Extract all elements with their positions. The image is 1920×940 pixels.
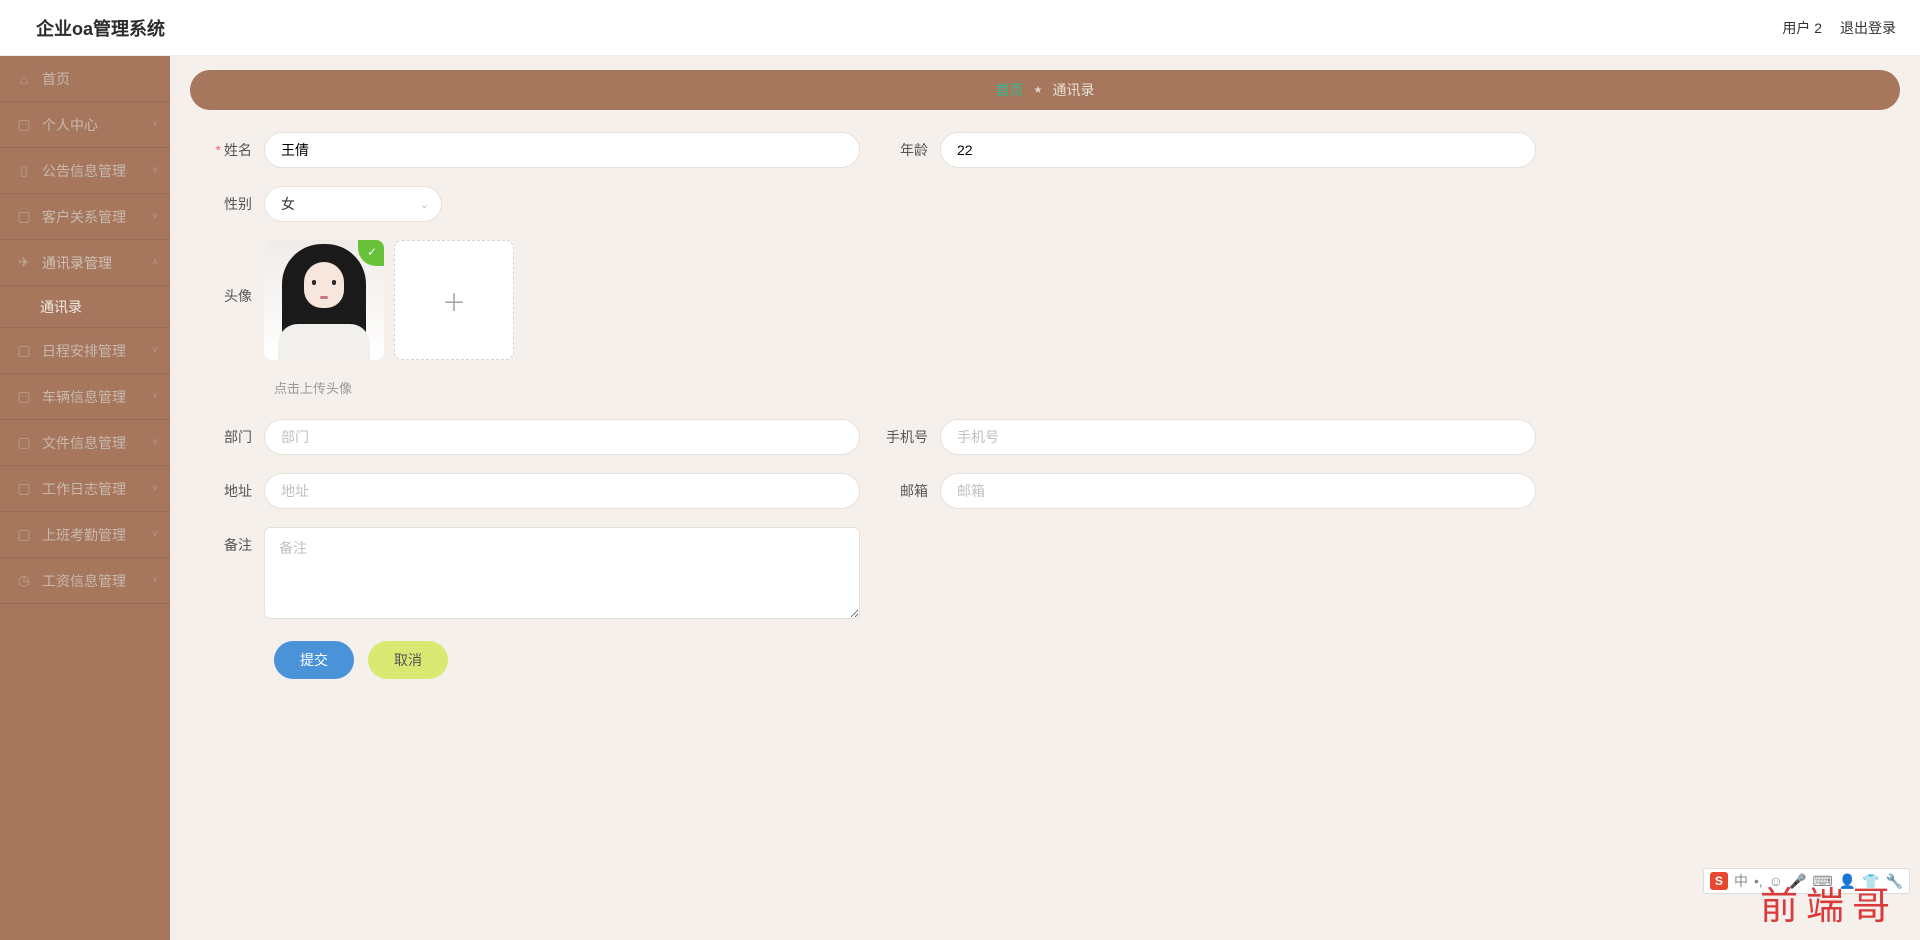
breadcrumb-current: 通讯录	[1052, 80, 1094, 100]
gender-label: 性别	[200, 194, 264, 214]
cancel-button[interactable]: 取消	[368, 641, 448, 679]
chevron-down-icon: ˅	[152, 211, 158, 222]
chevron-down-icon: ˅	[152, 529, 158, 540]
remark-label: 备注	[200, 527, 264, 555]
header-user[interactable]: 用户 2	[1782, 18, 1822, 38]
sidebar-item-vehicle[interactable]: ▢ 车辆信息管理 ˅	[0, 374, 170, 420]
phone-label: 手机号	[876, 427, 940, 447]
file-icon: ▢	[16, 435, 32, 451]
phone-input[interactable]	[940, 419, 1536, 455]
sidebar-item-label: 车辆信息管理	[42, 387, 126, 407]
sidebar-item-announce[interactable]: ▯ 公告信息管理 ˅	[0, 148, 170, 194]
breadcrumb-home[interactable]: 首页	[996, 80, 1024, 100]
age-input[interactable]	[940, 132, 1536, 168]
send-icon: ✈	[16, 255, 32, 271]
chart-icon: ▯	[16, 163, 32, 179]
ime-lang[interactable]: 中	[1734, 871, 1748, 891]
addr-input[interactable]	[264, 473, 860, 509]
chevron-down-icon: ˅	[152, 119, 158, 130]
sidebar-item-personal[interactable]: ▢ 个人中心 ˅	[0, 102, 170, 148]
upload-hint: 点击上传头像	[274, 378, 1890, 397]
user-icon: ▢	[16, 117, 32, 133]
chevron-down-icon: ˅	[152, 345, 158, 356]
home-icon: ⌂	[16, 71, 32, 87]
logout-link[interactable]: 退出登录	[1840, 18, 1896, 38]
grid-icon: ▢	[16, 481, 32, 497]
sidebar-sub-label: 通讯录	[40, 297, 82, 317]
calendar-icon: ▢	[16, 389, 32, 405]
chevron-down-icon: ˅	[152, 391, 158, 402]
plus-icon: ＋	[442, 283, 466, 318]
name-input[interactable]	[264, 132, 860, 168]
sidebar-item-label: 首页	[42, 69, 70, 89]
name-label: *姓名	[200, 140, 264, 160]
dept-label: 部门	[200, 427, 264, 447]
sidebar-item-label: 文件信息管理	[42, 433, 126, 453]
sidebar-item-files[interactable]: ▢ 文件信息管理 ˅	[0, 420, 170, 466]
check-icon: ✓	[358, 240, 384, 266]
clock-icon: ◷	[16, 573, 32, 589]
sidebar-item-label: 日程安排管理	[42, 341, 126, 361]
contact-form: *姓名 年龄 性别 女 ⌄	[190, 128, 1900, 699]
breadcrumb-separator: ★	[1034, 85, 1043, 96]
sidebar-item-attendance[interactable]: ▢ 上班考勤管理 ˅	[0, 512, 170, 558]
chevron-down-icon: ˅	[152, 165, 158, 176]
avatar-upload-button[interactable]: ＋	[394, 240, 514, 360]
sidebar-item-label: 上班考勤管理	[42, 525, 126, 545]
watermark: 前端哥	[1760, 875, 1898, 930]
remark-textarea[interactable]	[264, 527, 860, 619]
avatar-label: 头像	[200, 240, 264, 306]
email-input[interactable]	[940, 473, 1536, 509]
chevron-down-icon: ˅	[152, 437, 158, 448]
app-header: 企业oa管理系统 用户 2 退出登录	[0, 0, 1920, 56]
chevron-down-icon: ˅	[152, 575, 158, 586]
email-label: 邮箱	[876, 481, 940, 501]
sidebar-item-label: 个人中心	[42, 115, 98, 135]
sidebar-item-label: 工资信息管理	[42, 571, 126, 591]
gender-select[interactable]: 女 ⌄	[264, 186, 442, 222]
breadcrumb: 首页 ★ 通讯录	[190, 70, 1900, 110]
sidebar-item-label: 通讯录管理	[42, 253, 112, 273]
addr-label: 地址	[200, 481, 264, 501]
sidebar-item-label: 工作日志管理	[42, 479, 126, 499]
sidebar-item-schedule[interactable]: ▢ 日程安排管理 ˅	[0, 328, 170, 374]
dept-input[interactable]	[264, 419, 860, 455]
sidebar: ⌂ 首页 ▢ 个人中心 ˅ ▯ 公告信息管理 ˅ ▢ 客户关系管理 ˅ ✈ 通讯…	[0, 56, 170, 940]
sidebar-item-label: 客户关系管理	[42, 207, 126, 227]
chevron-up-icon: ˄	[152, 257, 158, 268]
submit-button[interactable]: 提交	[274, 641, 354, 679]
sogou-icon: S	[1710, 872, 1728, 890]
book-icon: ▢	[16, 209, 32, 225]
main-content: 首页 ★ 通讯录 *姓名 年龄 性别	[170, 56, 1920, 940]
sidebar-item-home[interactable]: ⌂ 首页	[0, 56, 170, 102]
age-label: 年龄	[876, 140, 940, 160]
sidebar-item-label: 公告信息管理	[42, 161, 126, 181]
avatar-thumbnail[interactable]: ✓	[264, 240, 384, 360]
chevron-down-icon: ⌄	[420, 198, 429, 211]
chevron-down-icon: ˅	[152, 483, 158, 494]
app-title: 企业oa管理系统	[36, 15, 165, 41]
user-icon: ▢	[16, 343, 32, 359]
gender-value: 女	[281, 194, 295, 214]
sidebar-item-customer[interactable]: ▢ 客户关系管理 ˅	[0, 194, 170, 240]
sidebar-item-worklog[interactable]: ▢ 工作日志管理 ˅	[0, 466, 170, 512]
sidebar-item-contacts[interactable]: ✈ 通讯录管理 ˄	[0, 240, 170, 286]
sidebar-sub-contacts[interactable]: 通讯录	[0, 286, 170, 328]
sidebar-item-salary[interactable]: ◷ 工资信息管理 ˅	[0, 558, 170, 604]
flag-icon: ▢	[16, 527, 32, 543]
